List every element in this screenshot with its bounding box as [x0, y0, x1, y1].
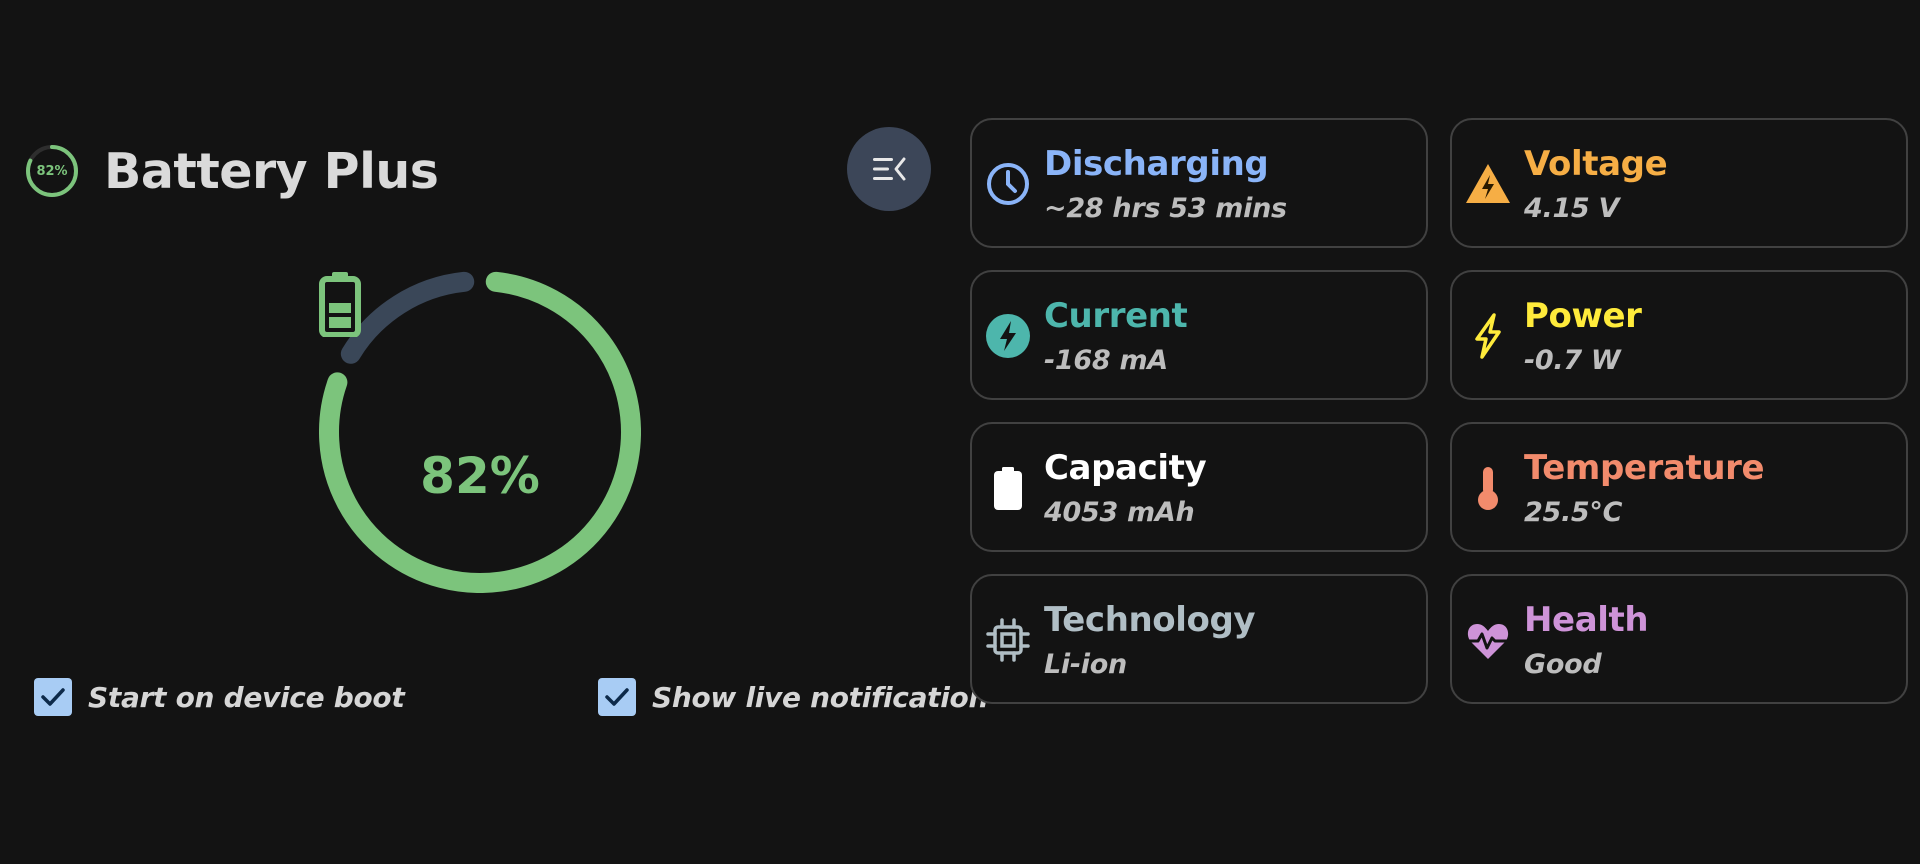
- bolt-circle-icon: [986, 314, 1030, 358]
- card-value: 4.15 V: [1524, 193, 1620, 224]
- card-voltage: Voltage 4.15 V: [1450, 118, 1908, 248]
- battery-gauge: 82%: [319, 271, 641, 593]
- card-temperature: Temperature 25.5°C: [1450, 422, 1908, 552]
- card-value: Good: [1524, 649, 1602, 680]
- card-title: Health: [1524, 600, 1649, 640]
- chip-icon: [986, 618, 1030, 662]
- card-health: Health Good: [1450, 574, 1908, 704]
- card-value: -168 mA: [1044, 345, 1168, 376]
- battery-percent: 82%: [420, 447, 540, 505]
- card-value: ~28 hrs 53 mins: [1044, 193, 1287, 224]
- warning-bolt-icon: [1466, 164, 1510, 203]
- live-notification-checkbox[interactable]: [598, 678, 636, 716]
- card-title: Power: [1524, 296, 1642, 336]
- card-value: -0.7 W: [1524, 345, 1621, 376]
- gauge-track: [340, 271, 475, 364]
- lightning-icon: [1475, 313, 1501, 359]
- app-header: 82% Battery Plus: [24, 136, 439, 206]
- card-title: Voltage: [1524, 144, 1668, 184]
- card-value: 25.5°C: [1524, 497, 1623, 528]
- start-on-boot-checkbox[interactable]: [34, 678, 72, 716]
- card-value: Li-ion: [1044, 649, 1127, 680]
- heart-pulse-icon: [1467, 624, 1509, 659]
- card-title: Current: [1044, 296, 1188, 336]
- card-capacity: Capacity 4053 mAh: [970, 422, 1428, 552]
- battery-full-icon: [994, 467, 1022, 510]
- battery-stats-grid: Discharging ~28 hrs 53 mins Voltage 4.15…: [970, 118, 1908, 704]
- card-title: Discharging: [1044, 144, 1269, 184]
- mini-battery-indicator: 82%: [24, 143, 80, 199]
- checkmark-icon: [41, 688, 65, 706]
- battery-icon: [319, 272, 361, 337]
- start-on-boot-label: Start on device boot: [88, 680, 405, 714]
- start-on-boot-option[interactable]: Start on device boot: [34, 678, 405, 716]
- live-notification-label: Show live notification: [652, 680, 989, 714]
- menu-button[interactable]: [847, 127, 931, 211]
- thermometer-icon: [1478, 467, 1498, 510]
- card-current: Current -168 mA: [970, 270, 1428, 400]
- card-discharging: Discharging ~28 hrs 53 mins: [970, 118, 1428, 248]
- app-title: Battery Plus: [104, 142, 439, 200]
- battery-gauge-ring: [319, 271, 641, 593]
- menu-collapse-icon: [873, 157, 906, 181]
- card-technology: Technology Li-ion: [970, 574, 1428, 704]
- card-title: Capacity: [1044, 448, 1207, 488]
- card-value: 4053 mAh: [1044, 497, 1195, 528]
- clock-icon: [987, 163, 1029, 205]
- mini-ring-percent: 82%: [36, 163, 68, 179]
- card-title: Technology: [1044, 600, 1256, 640]
- card-title: Temperature: [1524, 448, 1765, 488]
- card-power: Power -0.7 W: [1450, 270, 1908, 400]
- live-notification-option[interactable]: Show live notification: [598, 678, 988, 716]
- checkmark-icon: [605, 688, 629, 706]
